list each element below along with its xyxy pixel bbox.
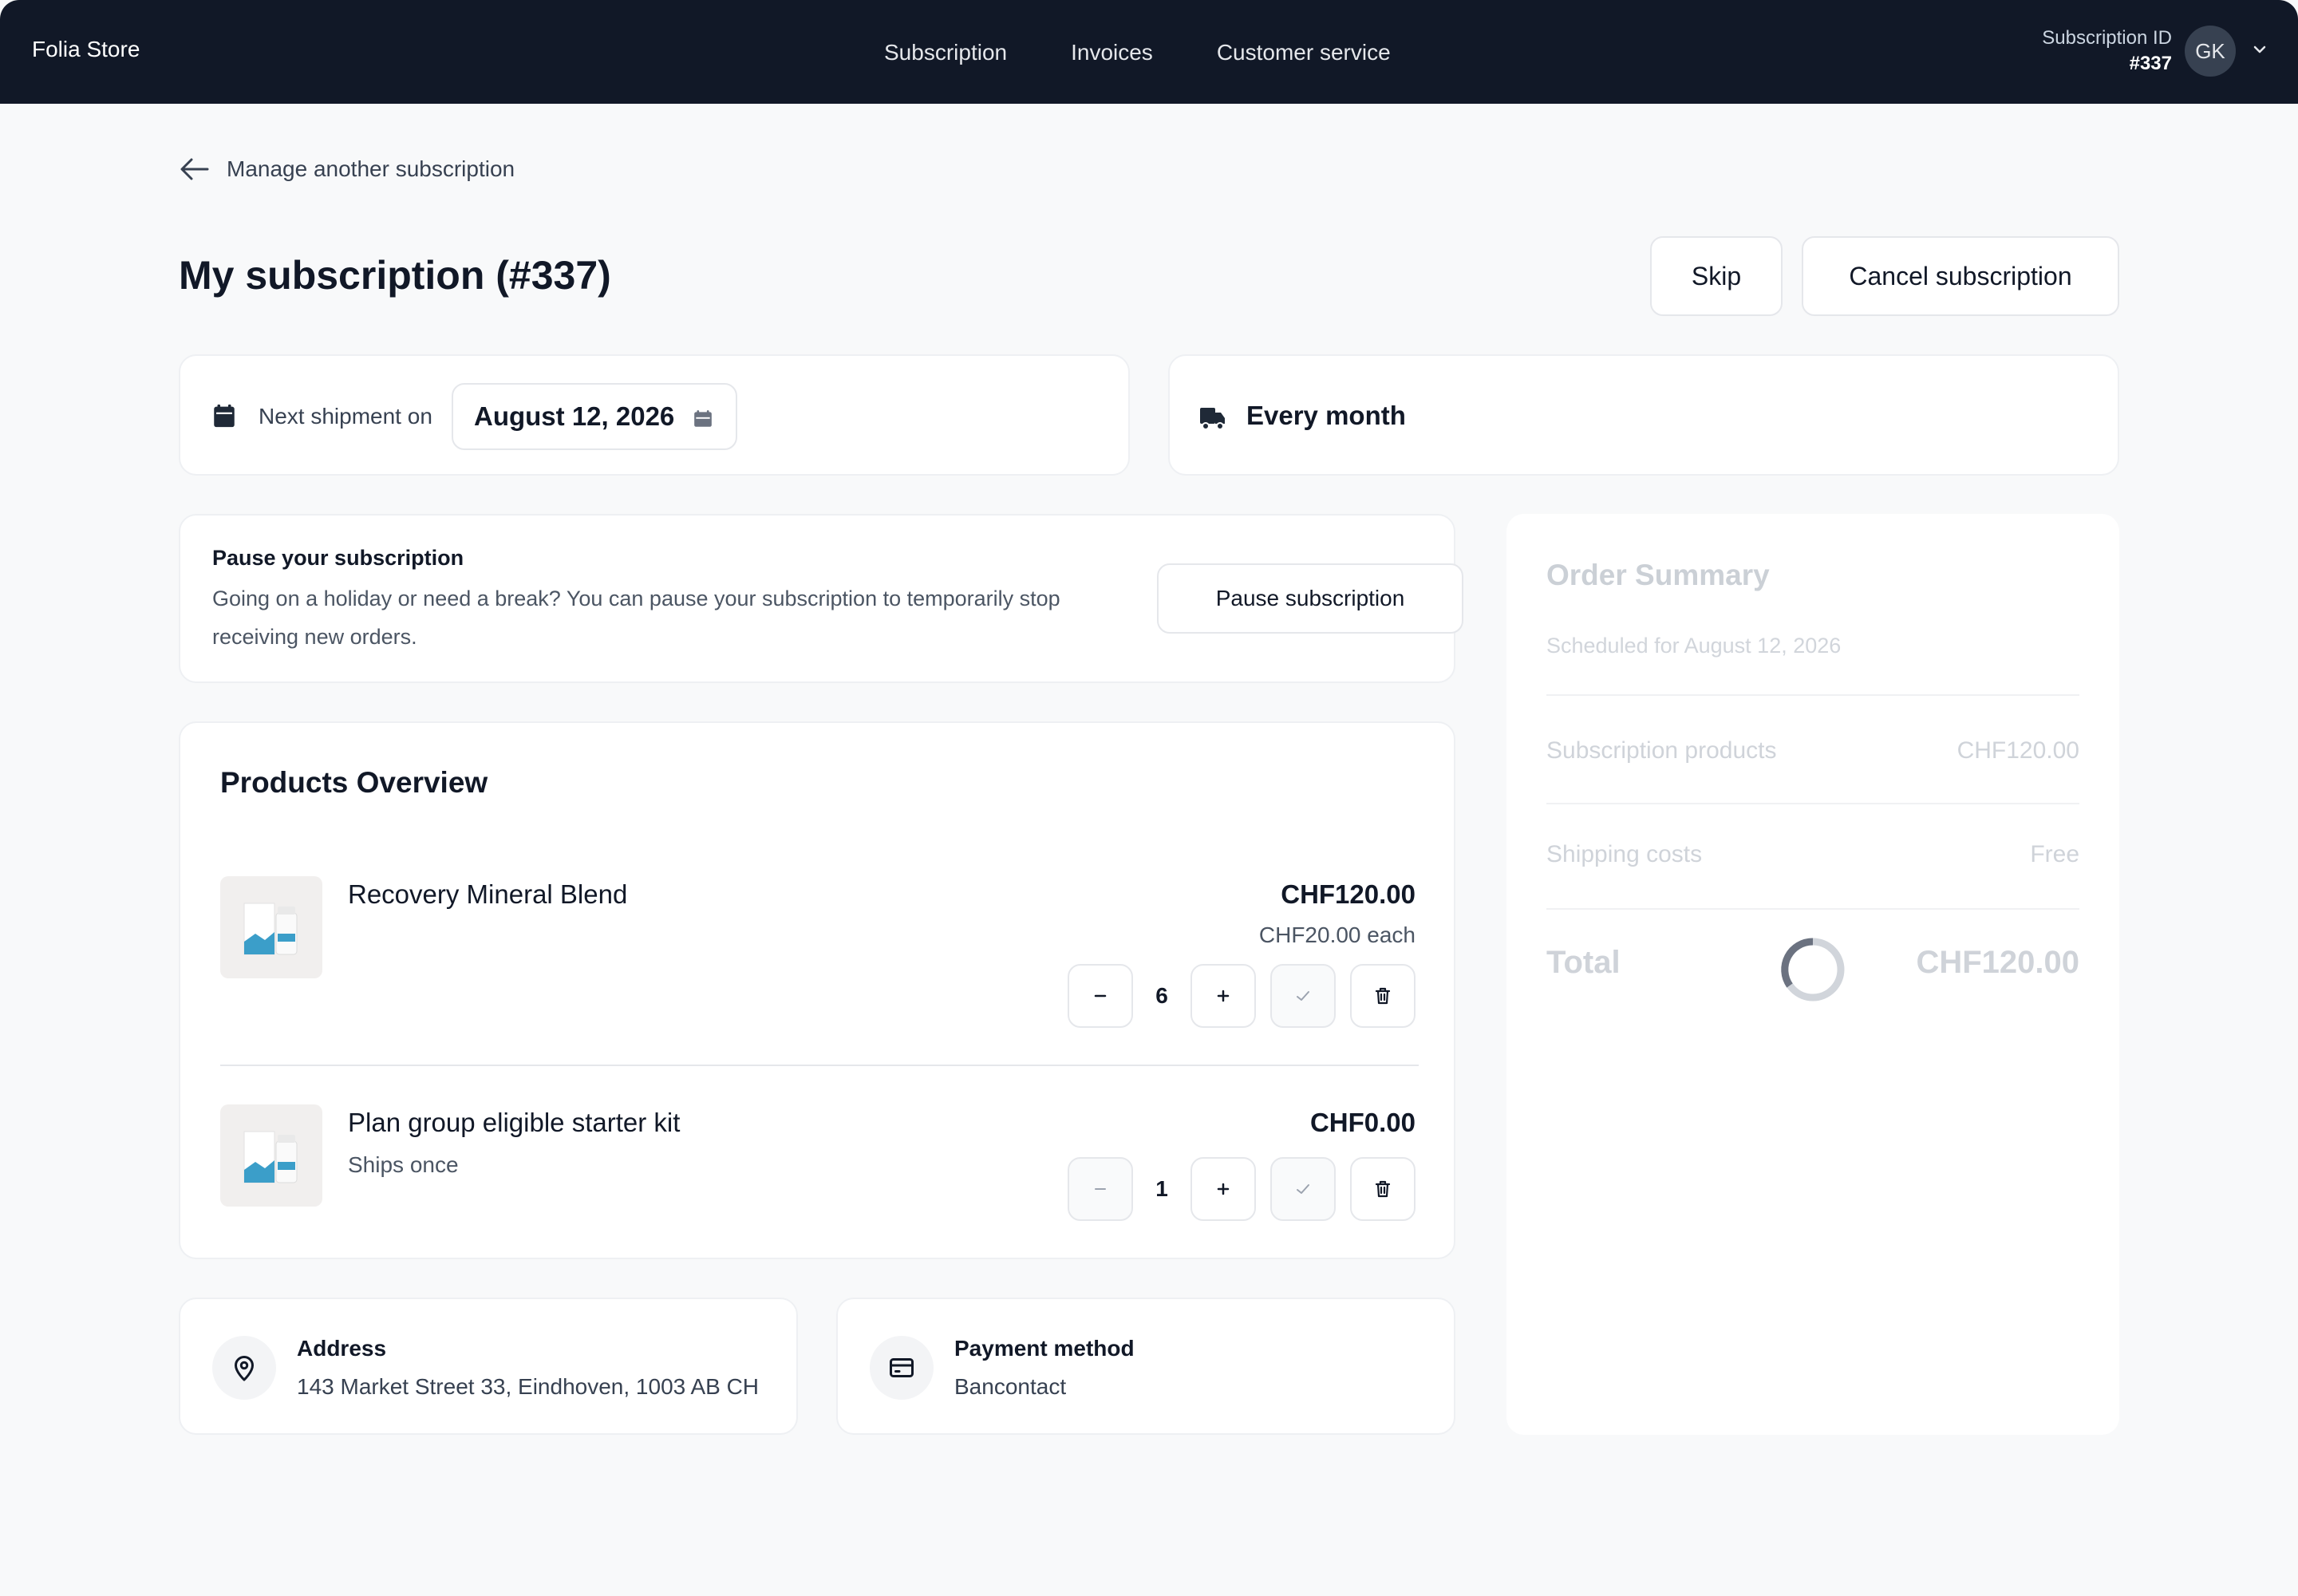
truck-icon	[1200, 408, 1225, 430]
order-summary-panel: Order Summary Scheduled for August 12, 2…	[1506, 514, 2119, 1435]
plus-icon	[1217, 1183, 1230, 1195]
pause-subscription-button[interactable]: Pause subscription	[1157, 563, 1463, 634]
nav-subscription[interactable]: Subscription	[884, 40, 1007, 65]
cancel-subscription-button[interactable]: Cancel subscription	[1802, 236, 2119, 316]
summary-total-value: CHF120.00	[1916, 945, 2079, 980]
minus-icon	[1095, 1188, 1106, 1190]
payment-method-card[interactable]: Payment method Bancontact	[836, 1298, 1455, 1435]
summary-row-value: CHF120.00	[1956, 737, 2079, 764]
next-shipment-label: Next shipment on	[259, 404, 432, 429]
avatar[interactable]: GK	[2185, 26, 2236, 77]
map-pin-icon	[212, 1336, 276, 1400]
skip-button[interactable]: Skip	[1650, 236, 1783, 316]
product-price: CHF0.00	[1309, 1108, 1416, 1137]
plus-icon	[1217, 990, 1230, 1002]
product-image	[220, 876, 322, 978]
address-title: Address	[297, 1336, 387, 1361]
store-brand[interactable]: Folia Store	[32, 37, 140, 62]
product-divider	[220, 1065, 1419, 1066]
confirm-quantity-button[interactable]	[1270, 964, 1336, 1028]
arrow-left-icon	[180, 158, 209, 180]
product-price: CHF120.00	[1281, 879, 1416, 909]
back-link-label: Manage another subscription	[227, 156, 515, 181]
summary-row-subscription-products: Subscription products CHF120.00	[1546, 737, 2079, 764]
summary-divider	[1546, 803, 2079, 804]
payment-method-title: Payment method	[954, 1336, 1135, 1361]
trash-icon	[1375, 987, 1391, 1005]
order-summary-title: Order Summary	[1546, 559, 1770, 591]
summary-total-label: Total	[1546, 945, 1621, 980]
minus-icon	[1094, 994, 1107, 998]
subscription-id: Subscription ID #337	[2042, 26, 2172, 77]
frequency-label: Every month	[1246, 401, 1406, 430]
increase-quantity-button[interactable]	[1190, 1157, 1256, 1221]
product-name: Recovery Mineral Blend	[348, 879, 628, 909]
confirm-quantity-button[interactable]	[1270, 1157, 1336, 1221]
check-icon	[1297, 991, 1309, 1001]
order-summary-scheduled: Scheduled for August 12, 2026	[1546, 634, 1842, 658]
page-title: My subscription (#337)	[179, 253, 611, 298]
manage-another-subscription-link[interactable]: Manage another subscription	[179, 156, 515, 182]
credit-card-icon	[870, 1336, 934, 1400]
summary-divider	[1546, 694, 2079, 696]
subscription-id-value: #337	[2129, 53, 2172, 74]
loading-spinner-icon	[1781, 938, 1845, 1001]
address-value: 143 Market Street 33, Eindhoven, 1003 AB…	[297, 1374, 760, 1399]
shipment-date-picker[interactable]: August 12, 2026	[452, 383, 737, 450]
product-subtitle: Ships once	[348, 1152, 459, 1177]
pause-description: Going on a holiday or need a break? You …	[212, 587, 1060, 649]
next-shipment-card: Next shipment on August 12, 2026	[179, 354, 1130, 476]
frequency-card[interactable]: Every month	[1168, 354, 2119, 476]
pause-title: Pause your subscription	[212, 546, 464, 570]
quantity-value: 1	[1155, 1176, 1168, 1201]
decrease-quantity-button[interactable]	[1068, 964, 1133, 1028]
product-name: Plan group eligible starter kit	[348, 1108, 681, 1137]
quantity-value: 6	[1155, 983, 1168, 1008]
product-unit-price: CHF20.00 each	[1258, 922, 1416, 947]
summary-row-label: Shipping costs	[1546, 841, 1703, 867]
top-navigation-bar: Folia Store Subscription Invoices Custom…	[0, 0, 2298, 104]
subscription-id-label: Subscription ID	[2042, 27, 2172, 49]
products-overview-card: Products Overview Recovery Mineral Blend…	[179, 721, 1455, 1259]
pause-subscription-card: Pause your subscription Going on a holid…	[179, 514, 1463, 683]
shipment-date: August 12, 2026	[474, 401, 675, 431]
nav-invoices[interactable]: Invoices	[1071, 40, 1153, 65]
trash-icon	[1375, 1180, 1391, 1198]
product-image	[220, 1104, 322, 1207]
increase-quantity-button[interactable]	[1190, 964, 1256, 1028]
chevron-down-icon[interactable]	[2250, 40, 2269, 59]
delete-product-button[interactable]	[1350, 964, 1416, 1028]
decrease-quantity-button[interactable]	[1068, 1157, 1133, 1221]
summary-divider	[1546, 908, 2079, 910]
delete-product-button[interactable]	[1350, 1157, 1416, 1221]
main-nav: Subscription Invoices Customer service	[884, 40, 1391, 65]
products-overview-title: Products Overview	[220, 766, 488, 799]
payment-method-value: Bancontact	[954, 1374, 1067, 1399]
summary-row-label: Subscription products	[1546, 737, 1777, 764]
nav-customer-service[interactable]: Customer service	[1217, 40, 1391, 65]
calendar-icon	[214, 404, 235, 428]
summary-row-value: Free	[2030, 841, 2079, 867]
calendar-icon	[694, 410, 712, 427]
summary-row-shipping-costs: Shipping costs Free	[1546, 841, 2079, 868]
address-card[interactable]: Address 143 Market Street 33, Eindhoven,…	[179, 1298, 798, 1435]
check-icon	[1297, 1184, 1309, 1194]
